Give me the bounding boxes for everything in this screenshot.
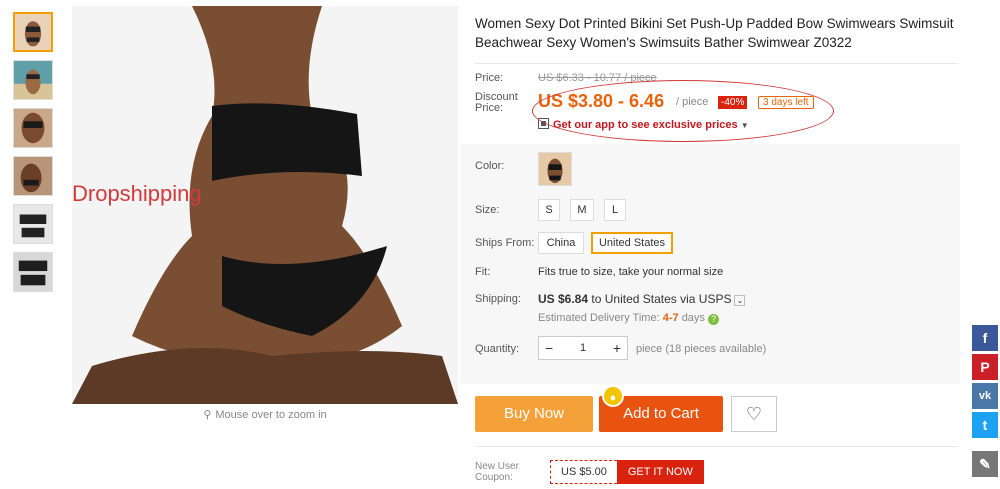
quantity-decrease-button[interactable]: − [539, 337, 559, 359]
discount-label-line2: Price: [475, 102, 504, 114]
divider [475, 446, 958, 447]
thumbnail-3[interactable] [13, 108, 53, 148]
size-option-s[interactable]: S [538, 199, 560, 221]
get-coupon-button[interactable]: GET IT NOW [616, 460, 704, 484]
thumbnail-list [13, 12, 55, 300]
thumbnail-1[interactable] [13, 12, 53, 52]
thumbnail-4[interactable] [13, 156, 53, 196]
main-product-image[interactable]: Dropshipping [72, 6, 458, 404]
delivery-label: Estimated Delivery Time: [538, 312, 660, 324]
quantity-label: Quantity: [475, 343, 520, 355]
divider [475, 63, 958, 64]
fit-value: Fits true to size, take your normal size [538, 266, 724, 278]
shipping-info: US $6.84 to United States via USPS ⌄ [538, 292, 746, 306]
coupon-label-line1: New User [475, 461, 519, 472]
delivery-estimate: Estimated Delivery Time: 4-7 days ? [538, 312, 719, 325]
ships-from-united-states[interactable]: United States [591, 232, 673, 254]
vk-share-icon[interactable]: vk [972, 383, 998, 409]
cart-badge-icon: ● [602, 385, 624, 407]
shipping-cost: US $6.84 [538, 292, 589, 306]
highlight-oval [532, 80, 834, 142]
shipping-dropdown-icon[interactable]: ⌄ [734, 295, 746, 306]
delivery-days: 4-7 [662, 312, 679, 324]
edit-icon[interactable]: ✎ [972, 451, 998, 477]
delivery-unit: days [681, 312, 705, 324]
swatch-image [539, 153, 571, 185]
quantity-input[interactable]: 1 [559, 337, 607, 359]
facebook-share-icon[interactable]: f [972, 325, 998, 351]
quantity-available: piece (18 pieces available) [636, 343, 767, 355]
coupon-label: New User Coupon: [475, 461, 519, 483]
ships-from-china[interactable]: China [538, 232, 584, 254]
shipping-label: Shipping: [475, 293, 521, 305]
share-bar: f P vk t ✎ [972, 325, 998, 480]
color-swatch[interactable] [538, 152, 572, 186]
thumbnail-6[interactable] [13, 252, 53, 292]
color-label: Color: [475, 160, 505, 172]
thumbnail-2[interactable] [13, 60, 53, 100]
pinterest-share-icon[interactable]: P [972, 354, 998, 380]
magnifier-icon: ⚲ [203, 409, 212, 421]
twitter-share-icon[interactable]: t [972, 412, 998, 438]
product-info-panel: Women Sexy Dot Printed Bikini Set Push-U… [460, 6, 960, 489]
new-user-coupon: US $5.00 GET IT NOW [550, 460, 704, 484]
shipping-destination: to United States via USPS [591, 292, 732, 306]
coupon-amount: US $5.00 [550, 460, 617, 484]
product-page: Dropshipping ⚲ Mouse over to zoom in Wome… [0, 0, 1000, 489]
wishlist-button[interactable]: ♡ [731, 396, 777, 432]
fit-label: Fit: [475, 266, 491, 278]
quantity-stepper: − 1 + [538, 336, 628, 360]
coupon-label-line2: Coupon: [475, 472, 513, 483]
price-label: Price: [475, 72, 504, 84]
size-label: Size: [475, 204, 500, 216]
quantity-increase-button[interactable]: + [607, 337, 627, 359]
buy-now-button[interactable]: Buy Now [475, 396, 593, 432]
size-option-l[interactable]: L [604, 199, 626, 221]
ships-from-label: Ships From: [475, 237, 535, 249]
zoom-hint-text: Mouse over to zoom in [215, 409, 327, 421]
help-icon[interactable]: ? [708, 314, 719, 325]
zoom-hint: ⚲ Mouse over to zoom in [72, 408, 458, 421]
product-title: Women Sexy Dot Printed Bikini Set Push-U… [475, 16, 954, 50]
dropshipping-watermark: Dropshipping [72, 181, 202, 206]
thumbnail-5[interactable] [13, 204, 53, 244]
size-option-m[interactable]: M [570, 199, 594, 221]
